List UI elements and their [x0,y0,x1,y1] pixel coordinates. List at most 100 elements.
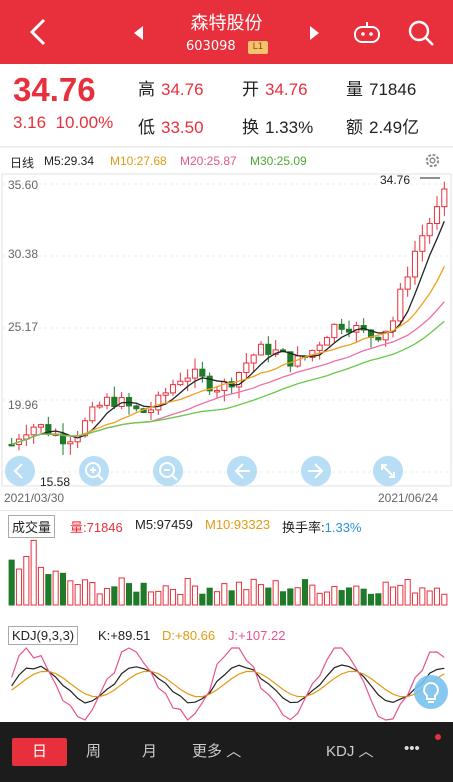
candle [338,323,345,330]
volume-bar [37,566,45,606]
scroll-left-icon[interactable] [226,455,258,487]
candle [250,354,257,364]
candle [404,276,411,290]
volume-bar [30,539,37,606]
volume-bar [323,591,331,606]
open-stat: 开 34.76 [242,80,308,99]
ma5-legend: M5:29.34 [44,154,95,168]
candle [397,288,404,322]
volume-bar [177,593,184,606]
volume-bar [301,579,309,606]
volume-bar [338,590,345,606]
kline-period[interactable]: 日线 [10,154,34,171]
volume-bar [316,592,323,606]
volume-bar [199,593,206,606]
volume-bar [111,586,118,606]
last-price: 34.76 [13,71,96,108]
volume-bar [353,585,360,606]
price-change: 3.16 10.00% [13,113,114,132]
candle [162,392,169,396]
candle [89,406,96,422]
volume-bar [162,585,169,606]
top-bar: 森特股份 603098 L1 [0,0,453,64]
max-price-marker: 34.76 [380,173,411,187]
volume-bar [81,579,89,606]
zoom-in-icon[interactable] [78,455,110,487]
volume-bar [250,578,257,606]
candle [243,362,250,373]
notification-dot [435,734,441,740]
fullscreen-icon[interactable] [372,455,404,487]
volume-bar [243,589,250,606]
volume-bar [125,583,133,606]
candle [37,424,45,428]
volume-bar [331,586,338,606]
lightbulb-icon[interactable] [414,675,448,709]
y-label-4: 19.96 [8,398,39,412]
kdj-j-line [11,647,445,721]
amount-stat: 额 2.49亿 [346,118,420,137]
volume-chart[interactable] [0,535,453,607]
candle [441,188,448,208]
candle [8,443,15,447]
kdj-indicator-selector[interactable]: KDJ(9,3,3) [8,626,79,645]
volume-bar [433,587,441,606]
volume-bar [419,587,426,606]
y-label-top: 35.60 [8,178,39,192]
volume-value: 量:71846 [70,520,123,535]
date-end: 2021/06/24 [378,491,439,505]
gear-icon[interactable] [423,151,442,170]
turnover-rate-label: 换手率:1.33% [282,520,362,535]
candle [184,377,191,382]
reset-icon[interactable] [4,455,36,487]
chevron-up-icon: ︿ [358,743,374,760]
ma30-legend: M30:25.09 [250,154,307,168]
volume-bar [441,593,448,606]
candle [125,397,133,407]
high-stat: 高 34.76 [138,80,204,99]
tab-month[interactable]: 月 [142,740,157,761]
volume-bar [257,584,265,606]
kdj-chart[interactable] [0,646,453,722]
zoom-out-icon[interactable] [152,455,184,487]
tab-day[interactable]: 日 [12,738,67,766]
volume-bar [89,582,96,606]
y-label-3: 25.17 [8,320,39,334]
candle [419,235,426,252]
candle [213,389,221,393]
volume-stat: 量 71846 [346,80,417,99]
candle [331,323,338,339]
scroll-right-icon[interactable] [300,455,332,487]
volume-bar [272,580,279,606]
volume-bar [279,591,287,606]
indicator-switch[interactable]: KDJ ︿ [326,740,374,761]
volume-bar [382,581,389,606]
next-stock-icon[interactable] [310,26,319,40]
y-label-2: 30.38 [8,247,39,261]
ma10-legend: M10:27.68 [110,154,167,168]
volume-bar [411,592,419,606]
vol-m5: M5:97459 [135,517,193,532]
robot-icon[interactable] [352,18,382,48]
candle [199,368,206,377]
volume-bar [397,584,404,606]
min-price-marker: 15.58 [40,475,71,489]
tab-more[interactable]: 更多 ︿ [192,740,241,761]
volume-bar [360,588,367,606]
level-badge: L1 [248,41,268,54]
volume-bar [228,590,235,606]
search-icon[interactable] [406,18,436,48]
menu-icon[interactable]: ••• [404,740,420,757]
chevron-up-icon: ︿ [226,743,242,760]
candle [155,394,162,411]
candle [426,222,433,237]
tab-week[interactable]: 周 [86,740,101,761]
kline-chart[interactable] [0,172,453,490]
volume-bar [426,590,433,606]
volume-bar [375,593,382,606]
candle [345,328,353,333]
volume-bar [67,580,74,606]
volume-bar [8,559,15,606]
volume-bar [265,587,272,606]
volume-bar [191,585,199,606]
